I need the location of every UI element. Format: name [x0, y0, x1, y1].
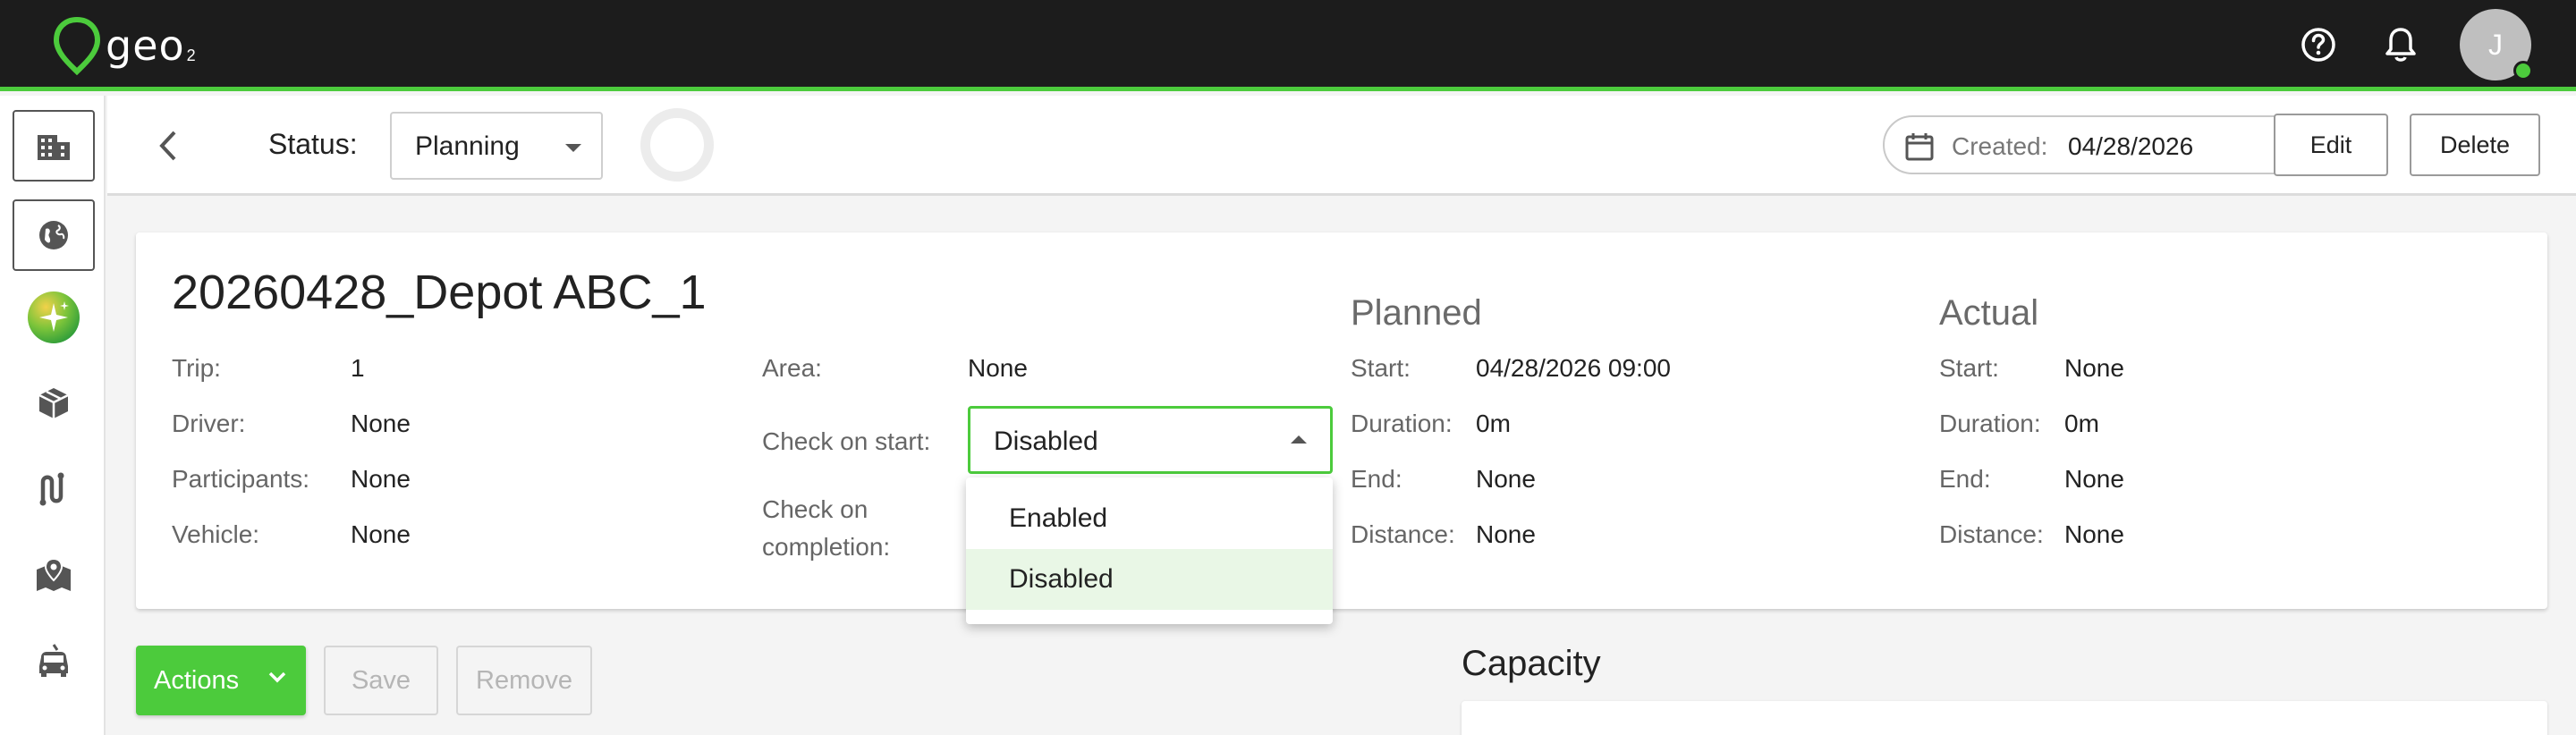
edit-button[interactable]: Edit: [2274, 114, 2388, 176]
actual-title: Actual: [1939, 293, 2039, 333]
back-button[interactable]: [150, 126, 186, 165]
actual-duration-label: Duration:: [1939, 410, 2041, 437]
actions-button[interactable]: Actions: [136, 646, 306, 715]
driver-label: Driver:: [172, 410, 246, 437]
driver-value: None: [351, 410, 411, 437]
actual-start-value: None: [2064, 354, 2124, 382]
actual-distance-value: None: [2064, 520, 2124, 548]
globe-icon: [39, 221, 68, 249]
sidebar-item-depots[interactable]: [13, 110, 95, 182]
sidebar-item-global[interactable]: [13, 199, 95, 271]
map-pin-icon: [37, 557, 71, 591]
trip-details-card: 20260428_Depot ABC_1 Trip: 1 Driver: Non…: [136, 232, 2547, 609]
top-bar: geo 2 J: [0, 0, 2576, 91]
planned-duration-label: Duration:: [1351, 410, 1453, 437]
remove-button[interactable]: Remove: [456, 646, 592, 715]
capacity-panel: [1462, 701, 2547, 735]
check-on-completion-label-line2: completion:: [762, 533, 891, 561]
planned-distance-label: Distance:: [1351, 520, 1455, 548]
trip-number-value: 1: [351, 354, 365, 382]
location-pin-logo-icon: [53, 16, 101, 75]
delete-button[interactable]: Delete: [2410, 114, 2540, 176]
chevron-left-icon: [159, 131, 176, 161]
created-date-chip: Created: 04/28/2026: [1883, 115, 2330, 174]
check-on-completion-label-line1: Check on: [762, 495, 869, 523]
chevron-down-icon: [268, 672, 286, 683]
planned-start-value: 04/28/2026 09:00: [1476, 354, 1671, 382]
area-label: Area:: [762, 354, 822, 382]
capacity-title: Capacity: [1462, 644, 1601, 683]
planned-distance-value: None: [1476, 520, 1536, 548]
sidebar-item-orders[interactable]: [13, 368, 95, 439]
sidebar-item-vehicles[interactable]: [13, 625, 95, 697]
sidebar-item-routes[interactable]: [13, 453, 95, 525]
sidebar-item-ai[interactable]: [13, 282, 95, 353]
vehicle-value: None: [351, 520, 411, 548]
route-icon: [39, 472, 64, 506]
caret-down-icon: [565, 144, 581, 152]
planned-title: Planned: [1351, 293, 1482, 333]
vehicle-label: Vehicle:: [172, 520, 260, 548]
status-select[interactable]: Planning: [390, 112, 603, 180]
actual-distance-label: Distance:: [1939, 520, 2044, 548]
participants-value: None: [351, 465, 411, 493]
check-on-start-value: Disabled: [994, 427, 1098, 456]
avatar-initial: J: [2488, 28, 2503, 61]
loading-spinner: [640, 108, 714, 182]
trip-header: Status: Planning Created: 04/28/2026 Edi…: [107, 96, 2576, 196]
actual-end-value: None: [2064, 465, 2124, 493]
planned-end-label: End:: [1351, 465, 1402, 493]
area-value: None: [968, 354, 1028, 382]
buildings-icon: [38, 135, 70, 160]
actions-label: Actions: [154, 665, 240, 695]
participants-label: Participants:: [172, 465, 310, 493]
created-label: Created:: [1952, 132, 2048, 160]
online-status-indicator: [2513, 61, 2533, 80]
vehicle-icon: [39, 644, 68, 677]
dropdown-option-disabled[interactable]: Disabled: [966, 549, 1333, 610]
logo-subscript: 2: [186, 46, 196, 64]
trip-number-label: Trip:: [172, 354, 221, 382]
logo-text: geo: [106, 21, 185, 70]
check-on-start-label: Check on start:: [762, 427, 931, 455]
planned-duration-value: 0m: [1476, 410, 1511, 437]
notifications-bell-icon[interactable]: [2381, 25, 2420, 64]
actual-duration-value: 0m: [2064, 410, 2099, 437]
check-on-start-select[interactable]: Disabled: [968, 406, 1333, 474]
sidebar: [0, 96, 106, 735]
actual-start-label: Start:: [1939, 354, 1999, 382]
dropdown-option-enabled[interactable]: Enabled: [966, 488, 1333, 549]
check-on-start-dropdown-menu: Enabled Disabled: [966, 477, 1333, 624]
actual-end-label: End:: [1939, 465, 1991, 493]
caret-up-icon: [1291, 435, 1307, 444]
planned-end-value: None: [1476, 465, 1536, 493]
save-button[interactable]: Save: [324, 646, 438, 715]
planned-start-label: Start:: [1351, 354, 1411, 382]
status-label: Status:: [268, 128, 358, 160]
status-value: Planning: [415, 131, 520, 161]
created-value: 04/28/2026: [2068, 132, 2194, 160]
trip-title: 20260428_Depot ABC_1: [172, 266, 707, 319]
sparkle-icon: [28, 291, 80, 343]
help-icon[interactable]: [2299, 25, 2338, 64]
calendar-icon: [1905, 133, 1934, 161]
package-icon: [38, 388, 69, 418]
sidebar-item-map[interactable]: [13, 539, 95, 611]
app-logo[interactable]: geo 2: [52, 14, 196, 77]
